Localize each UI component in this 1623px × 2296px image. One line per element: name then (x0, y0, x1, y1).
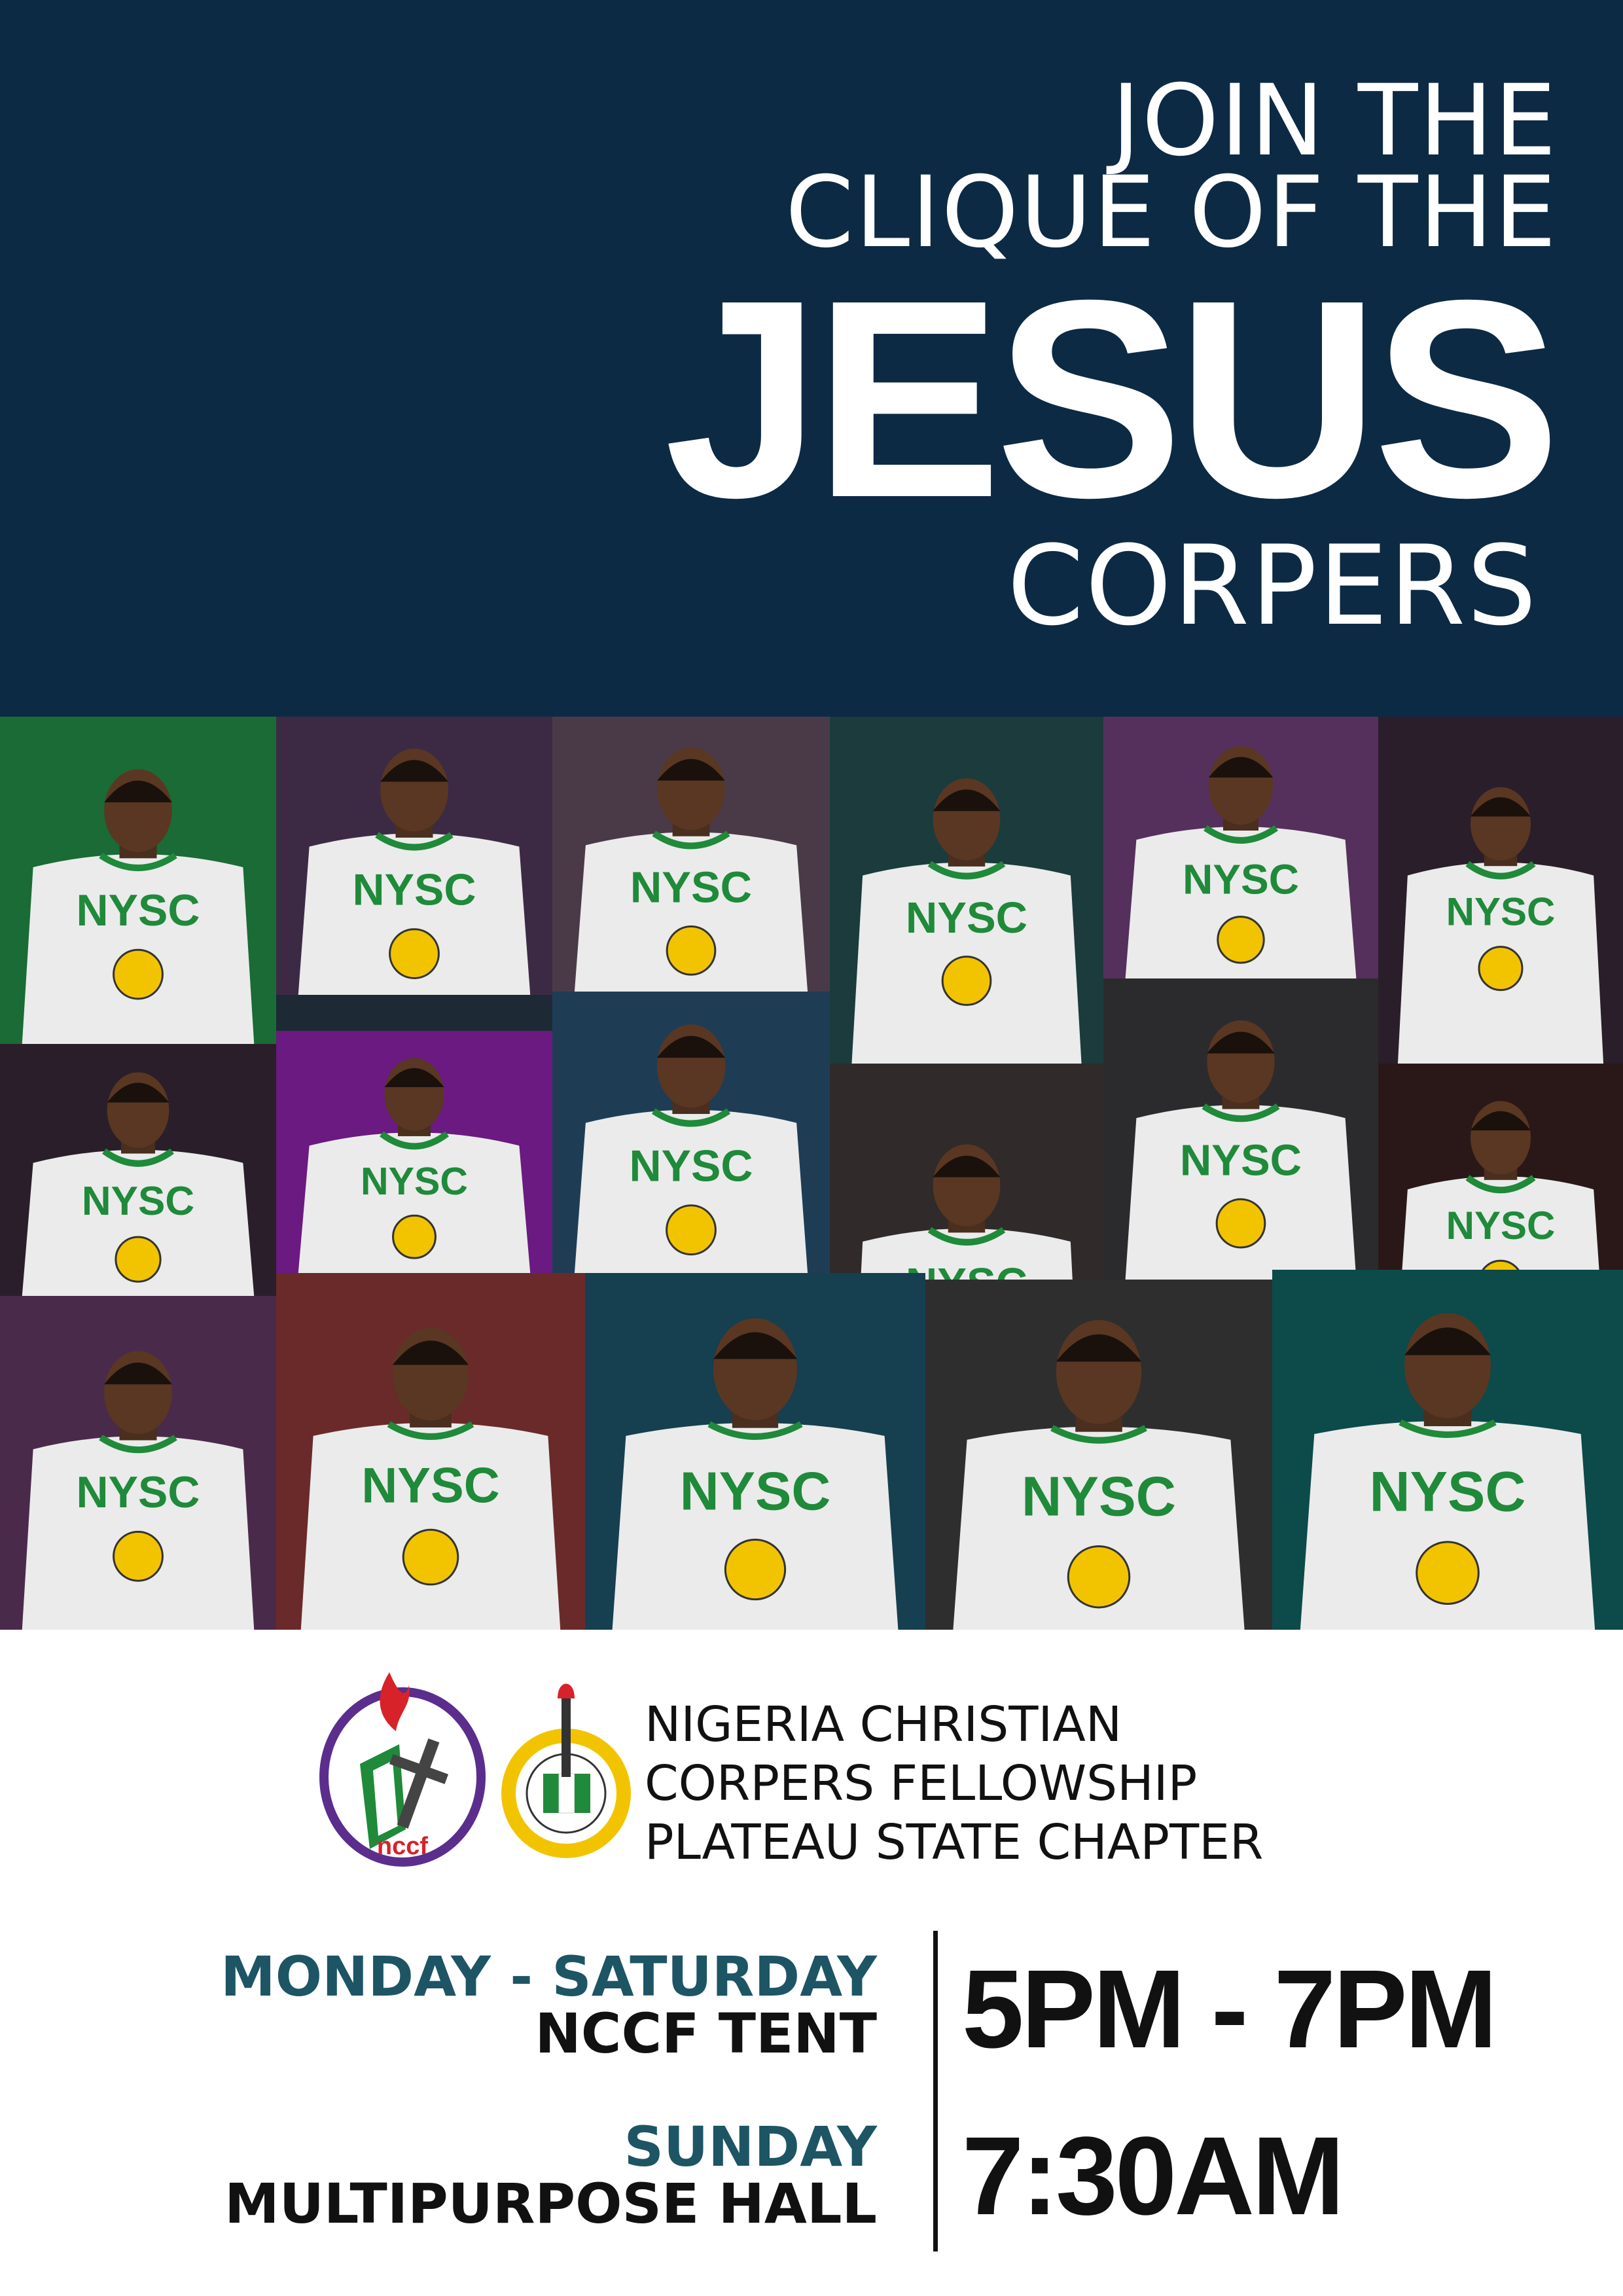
collage-photo: NYSC (925, 1280, 1272, 1630)
collage-photo: NYSC (552, 717, 830, 992)
collage-photo: NYSC (0, 1044, 276, 1296)
schedule-sunday-time: 7:30AM (962, 2114, 1345, 2238)
headline-jesus: JESUS (664, 242, 1561, 556)
collage-photo: NYSC (830, 717, 1103, 1064)
shirt-nysc-text: NYSC (630, 863, 752, 912)
organization-line-2: CORPERS FELLOWSHIP (645, 1755, 1198, 1812)
person-figure: NYSC (22, 769, 255, 1044)
collage-photo: NYSC (276, 717, 552, 995)
person-figure: NYSC (1125, 746, 1357, 978)
person-figure: NYSC (1300, 1313, 1596, 1630)
person-figure: NYSC (953, 1319, 1245, 1630)
collage-photo: NYSC (552, 992, 830, 1273)
collage-photo: NYSC (0, 1296, 276, 1630)
shirt-nysc-text: NYSC (680, 1461, 831, 1522)
shirt-nysc-text: NYSC (77, 1467, 200, 1517)
header-banner: JOIN THE CLIQUE OF THE JESUS CORPERS (0, 0, 1623, 717)
person-figure: NYSC (22, 1351, 255, 1630)
collage-photo: NYSC (0, 717, 276, 1044)
shirt-nysc-text: NYSC (77, 886, 200, 935)
schedule-weekday-venue: NCCF TENT (535, 2001, 878, 2066)
schedule-sunday-days: SUNDAY (624, 2115, 877, 2179)
schedule-divider (933, 1931, 938, 2251)
schedule-sunday-venue: MULTIPURPOSE HALL (224, 2172, 877, 2236)
person-figure: NYSC (22, 1072, 255, 1296)
collage-photo: NYSC (1103, 717, 1378, 978)
person-figure: NYSC (574, 1024, 808, 1273)
person-figure: NYSC (574, 747, 808, 992)
collage-photo: NYSC (585, 1273, 925, 1630)
shirt-nysc-text: NYSC (630, 1141, 753, 1191)
organization-line-1: NIGERIA CHRISTIAN (645, 1696, 1122, 1753)
shirt-nysc-text: NYSC (82, 1179, 194, 1224)
shirt-nysc-text: NYSC (361, 1458, 499, 1514)
person-figure: NYSC (300, 1327, 561, 1630)
collage-photo: NYSC (276, 1273, 585, 1630)
person-figure: NYSC (298, 1058, 531, 1273)
collage-photo: NYSC (1378, 717, 1623, 1064)
logos: nccf (319, 1672, 631, 1867)
schedule-weekday-days: MONDAY - SATURDAY (221, 1945, 877, 2009)
organization-line-3: PLATEAU STATE CHAPTER (645, 1814, 1264, 1871)
schedule-weekday-time: 5PM - 7PM (962, 1947, 1497, 2072)
collage-photo: NYSC (1272, 1270, 1623, 1630)
collage-photo: NYSC (276, 1031, 552, 1273)
person-figure: NYSC (1397, 787, 1604, 1064)
shirt-nysc-text: NYSC (361, 1160, 468, 1203)
organization-name: NIGERIA CHRISTIAN CORPERS FELLOWSHIP PLA… (645, 1695, 1263, 1872)
shirt-nysc-text: NYSC (353, 865, 476, 914)
shirt-nysc-text: NYSC (1022, 1466, 1176, 1528)
shirt-nysc-text: NYSC (1370, 1461, 1526, 1524)
person-figure: NYSC (1125, 1020, 1357, 1280)
person-figure: NYSC (612, 1318, 899, 1630)
photo-collage: NYSC NYSC NYSC NYSC NYSC NYSC NYSC NYSC NYSC NYSC… (0, 717, 1623, 1630)
nccf-logo-text: nccf (377, 1833, 428, 1860)
person-figure: NYSC (298, 748, 531, 995)
shirt-nysc-text: NYSC (906, 893, 1027, 942)
person-figure: NYSC (851, 778, 1082, 1064)
headline-line-4: CORPERS (1007, 522, 1538, 650)
shirt-nysc-text: NYSC (1446, 1204, 1556, 1247)
nysc-logo (501, 1683, 631, 1858)
shirt-nysc-text: NYSC (1180, 1136, 1302, 1185)
collage-photo: NYSC (1103, 978, 1378, 1280)
shirt-nysc-text: NYSC (1446, 890, 1556, 934)
nccf-logo: nccf (319, 1672, 486, 1867)
shirt-nysc-text: NYSC (1183, 855, 1299, 903)
